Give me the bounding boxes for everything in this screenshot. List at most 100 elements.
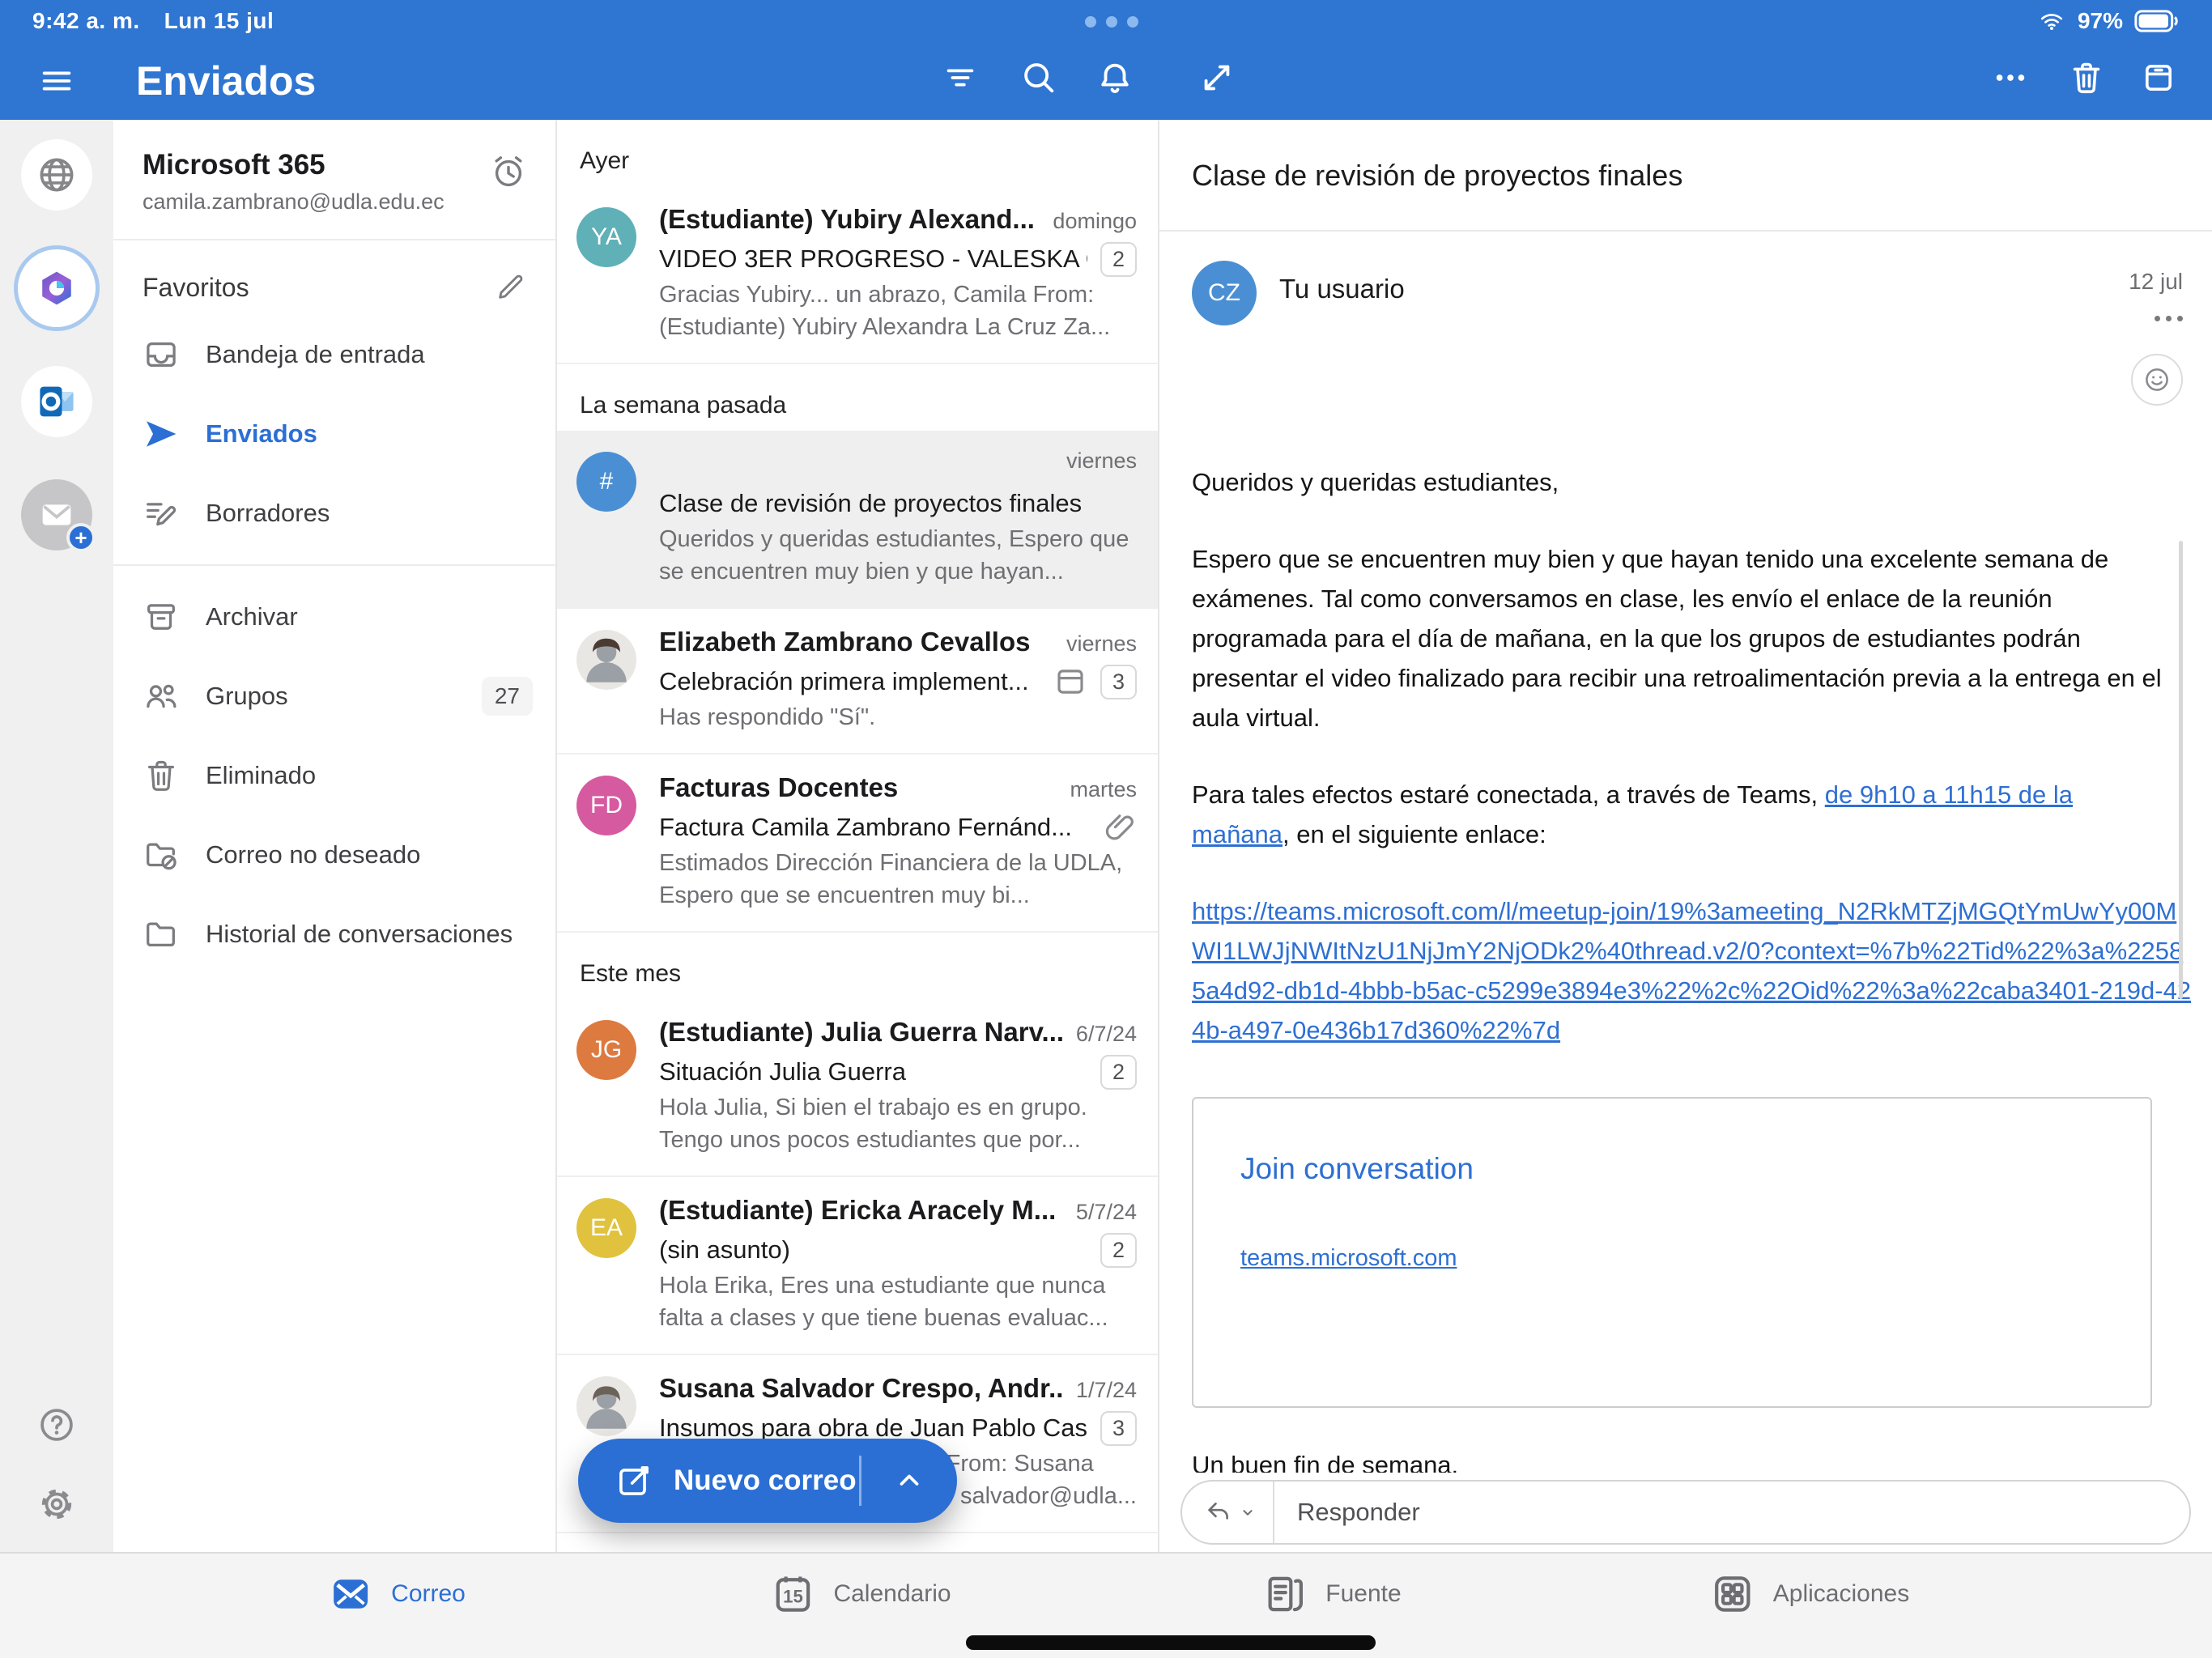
email-row[interactable]: Elizabeth Zambrano Cevallosviernes Celeb…: [557, 609, 1158, 755]
battery-percent: 97%: [2078, 8, 2123, 34]
delete-icon[interactable]: [2065, 57, 2108, 99]
avatar-photo: [576, 1376, 636, 1436]
avatar: EA: [576, 1198, 636, 1258]
sidebar-item-drafts[interactable]: Borradores: [113, 474, 555, 553]
account-name: Microsoft 365: [143, 149, 526, 181]
avatar: JG: [576, 1020, 636, 1080]
thread-count-badge: 3: [1100, 665, 1137, 699]
meeting-url-link[interactable]: https://teams.microsoft.com/l/meetup-joi…: [1192, 897, 2191, 1044]
filter-icon[interactable]: [939, 57, 981, 99]
thread-count-badge: 3: [1100, 1411, 1137, 1446]
section-header-lastweek: La semana pasada: [557, 364, 1158, 431]
compose-icon: [615, 1462, 653, 1499]
email-row-selected[interactable]: # viernes Clase de revisión de proyectos…: [557, 431, 1158, 609]
compose-options-chevron-icon[interactable]: [861, 1465, 957, 1496]
apps-grid-icon: [1710, 1571, 1755, 1617]
tab-mail[interactable]: Correo: [328, 1571, 466, 1617]
scrollbar[interactable]: [2179, 541, 2183, 999]
sidebar-item-groups[interactable]: Grupos 27: [113, 657, 555, 736]
reply-arrow-icon: [1205, 1499, 1232, 1526]
avatar: FD: [576, 776, 636, 835]
search-icon[interactable]: [1018, 57, 1060, 99]
card-domain-link[interactable]: teams.microsoft.com: [1240, 1239, 1457, 1278]
settings-gear-icon[interactable]: [36, 1484, 77, 1524]
sidebar-item-inbox[interactable]: Bandeja de entrada: [113, 315, 555, 394]
help-icon[interactable]: [36, 1405, 77, 1445]
section-header-yesterday: Ayer: [557, 120, 1158, 186]
reply-input[interactable]: [1274, 1482, 2189, 1543]
globe-account-icon[interactable]: [21, 139, 92, 210]
account-email: camila.zambrano@udla.edu.ec: [143, 189, 526, 215]
status-date: Lun 15 jul: [164, 8, 274, 34]
battery-icon: [2134, 9, 2180, 33]
email-row[interactable]: JG (Estudiante) Julia Guerra Narv...6/7/…: [557, 999, 1158, 1177]
message-header: CZ Tu usuario 12 jul: [1159, 232, 2212, 406]
outlook-account-icon[interactable]: [21, 366, 92, 437]
email-row[interactable]: FD Facturas Docentesmartes Factura Camil…: [557, 755, 1158, 933]
notifications-bell-icon[interactable]: [1094, 57, 1136, 99]
sidebar-item-conversation-history[interactable]: Historial de conversaciones: [113, 895, 555, 974]
status-time: 9:42 a. m.: [32, 8, 140, 34]
message-body: Queridos y queridas estudiantes, Espero …: [1159, 406, 2212, 1485]
favorites-label: Favoritos: [143, 273, 249, 303]
reading-pane: Clase de revisión de proyectos finales C…: [1159, 120, 2212, 1552]
new-mail-button[interactable]: Nuevo correo: [578, 1439, 957, 1523]
home-indicator[interactable]: [966, 1635, 1376, 1650]
body-paragraph: Queridos y queridas estudiantes,: [1192, 462, 2175, 502]
alarm-clock-icon[interactable]: [489, 152, 528, 191]
sidebar-item-deleted[interactable]: Eliminado: [113, 736, 555, 815]
message-list: Ayer YA (Estudiante) Yubiry Alexand...do…: [557, 120, 1159, 1552]
attachment-paperclip-icon: [1103, 810, 1137, 844]
page-title: Enviados: [136, 57, 316, 104]
email-row[interactable]: YA (Estudiante) Yubiry Alexand...domingo…: [557, 186, 1158, 364]
reply-bar: [1159, 1473, 2212, 1552]
status-bar: 9:42 a. m. Lun 15 jul 97%: [0, 0, 2212, 42]
hamburger-menu-icon[interactable]: [36, 60, 78, 102]
feed-tab-icon: [1262, 1571, 1308, 1617]
expand-icon[interactable]: [1196, 57, 1238, 99]
message-date: 12 jul: [2129, 269, 2183, 295]
avatar: YA: [576, 207, 636, 267]
calendar-icon: [1053, 665, 1087, 699]
sender-name: Tu usuario: [1279, 274, 1405, 406]
sender-avatar: CZ: [1192, 261, 1257, 325]
tab-feed[interactable]: Fuente: [1262, 1571, 1401, 1617]
thread-count-badge: 2: [1100, 242, 1137, 277]
reaction-smiley-icon[interactable]: [2131, 354, 2183, 406]
thread-count-badge: 2: [1100, 1233, 1137, 1268]
plus-badge-icon: +: [66, 523, 96, 552]
link-preview-card[interactable]: Join conversation teams.microsoft.com: [1192, 1097, 2152, 1408]
folder-sidebar: Microsoft 365 camila.zambrano@udla.edu.e…: [113, 120, 557, 1552]
mail-tab-icon: [328, 1571, 373, 1617]
wifi-icon: [2037, 9, 2066, 33]
groups-count-badge: 27: [482, 677, 533, 716]
reply-pill[interactable]: [1180, 1480, 2191, 1545]
tab-calendar[interactable]: 15 Calendario: [770, 1571, 951, 1617]
microsoft365-account-icon[interactable]: [21, 253, 92, 324]
sidebar-item-sent[interactable]: Enviados: [113, 394, 555, 474]
nav-bar: Enviados: [0, 42, 2212, 120]
email-row[interactable]: JG (Estudiante) Julia Guerra Narv...1/7/…: [557, 1533, 1158, 1552]
multitasking-dots-icon: [1085, 16, 1138, 28]
edit-favorites-icon[interactable]: [494, 271, 526, 304]
email-row[interactable]: EA (Estudiante) Ericka Aracely M...5/7/2…: [557, 1177, 1158, 1355]
avatar-photo: [576, 630, 636, 690]
body-paragraph: Para tales efectos estaré conectada, a t…: [1192, 775, 2175, 854]
account-header[interactable]: Microsoft 365 camila.zambrano@udla.edu.e…: [113, 120, 555, 240]
add-account-icon[interactable]: +: [21, 479, 92, 551]
top-header: 9:42 a. m. Lun 15 jul 97%: [0, 0, 2212, 120]
sidebar-item-junk[interactable]: Correo no deseado: [113, 815, 555, 895]
sidebar-item-archive[interactable]: Archivar: [113, 577, 555, 657]
tab-apps[interactable]: Aplicaciones: [1710, 1571, 1909, 1617]
avatar: #: [576, 452, 636, 512]
more-options-icon[interactable]: [1989, 57, 2031, 99]
message-subject: Clase de revisión de proyectos finales: [1159, 120, 2212, 232]
divider: [113, 564, 555, 566]
section-header-thismonth: Este mes: [557, 933, 1158, 999]
message-more-icon[interactable]: [2155, 316, 2183, 321]
outlook-ipad-screen: 9:42 a. m. Lun 15 jul 97%: [0, 0, 2212, 1658]
card-title: Join conversation: [1240, 1149, 2104, 1188]
thread-count-badge: 2: [1100, 1055, 1137, 1090]
archive-box-icon[interactable]: [2138, 57, 2180, 99]
body-paragraph: Espero que se encuentren muy bien y que …: [1192, 539, 2175, 738]
